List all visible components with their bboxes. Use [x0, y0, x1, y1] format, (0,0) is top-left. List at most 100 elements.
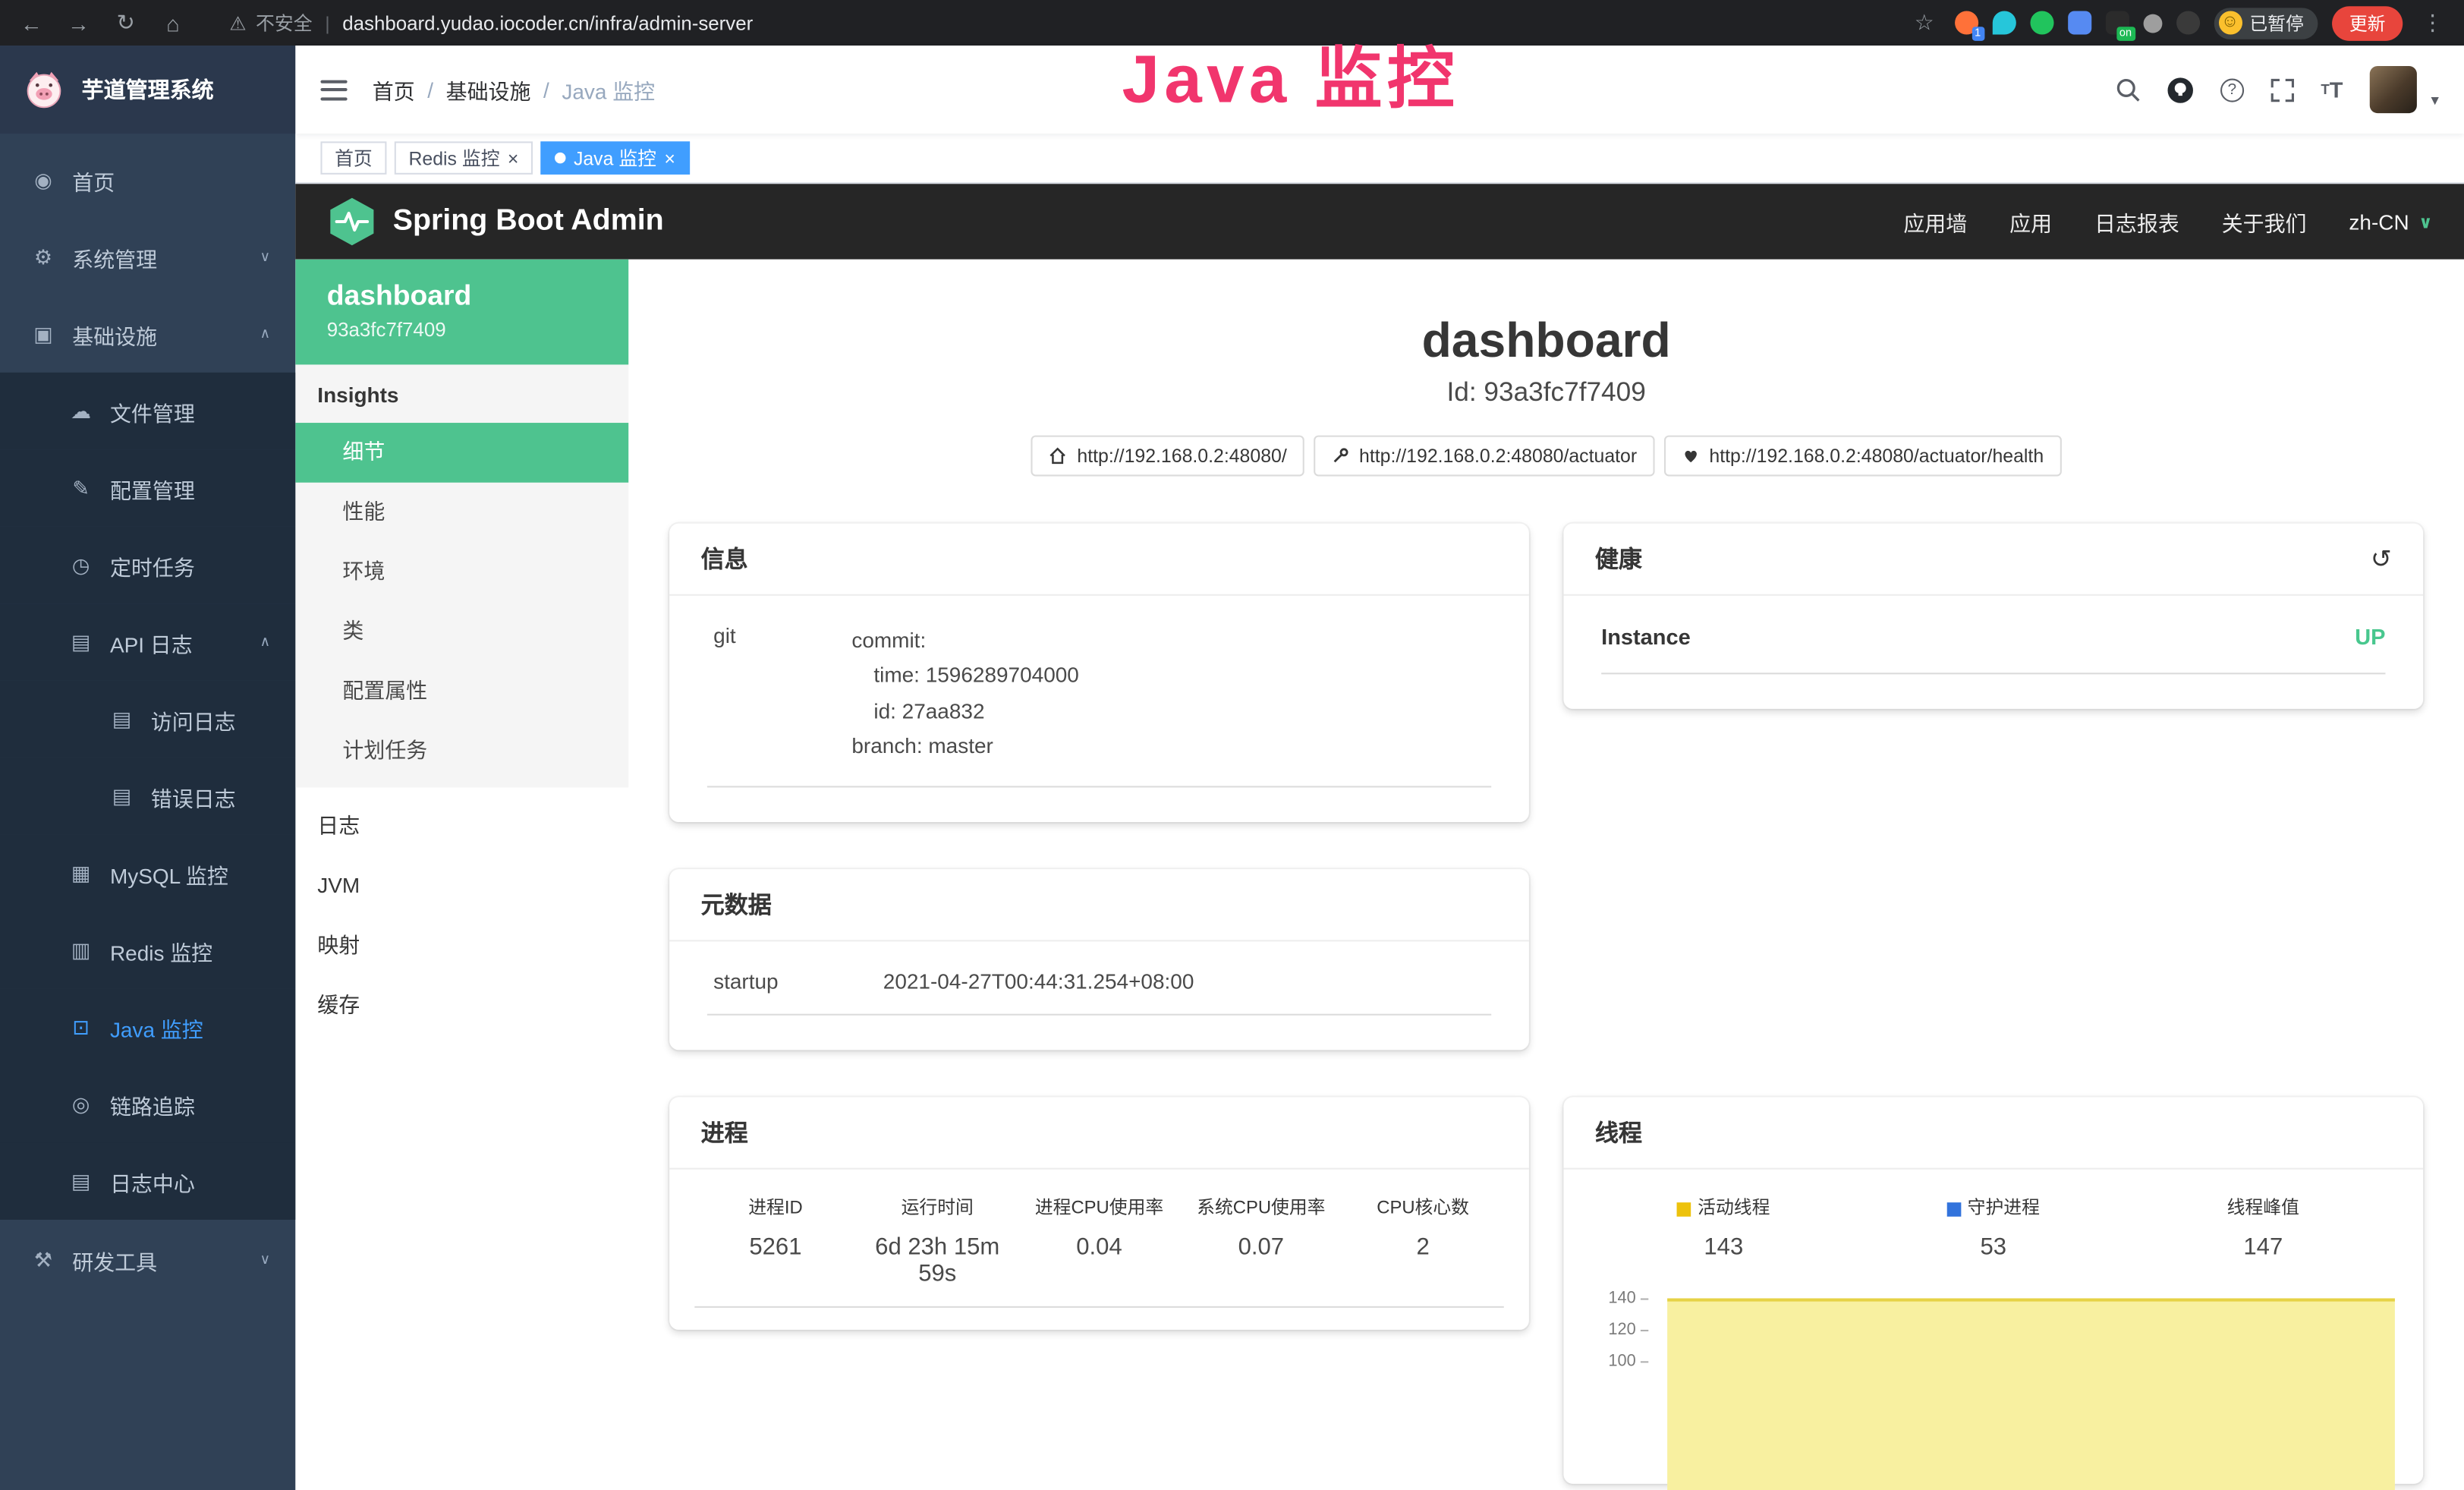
- actuator-url-link[interactable]: http://192.168.0.2:48080/actuator: [1314, 436, 1654, 477]
- search-icon[interactable]: [2115, 77, 2140, 102]
- stat-label: 进程ID: [701, 1195, 851, 1220]
- close-icon[interactable]: ×: [664, 149, 675, 168]
- sba-menu-environment[interactable]: 环境: [295, 542, 628, 602]
- legend-square-active: [1677, 1202, 1691, 1216]
- warning-icon: ⚠: [229, 12, 246, 34]
- service-url-link[interactable]: http://192.168.0.2:48080/: [1031, 436, 1304, 477]
- extension-icon-4[interactable]: [2067, 11, 2091, 34]
- instance-id: 93a3fc7f7409: [327, 319, 597, 341]
- browser-menu-icon[interactable]: ⋮: [2417, 9, 2448, 36]
- sidebar-item-home[interactable]: ◉ 首页: [0, 141, 295, 218]
- reload-icon[interactable]: ↻: [110, 9, 141, 36]
- sba-menu-details[interactable]: 细节: [295, 423, 628, 483]
- eye-icon: ◎: [69, 1092, 93, 1117]
- sidebar-item-infrastructure[interactable]: ▣ 基础设施 ∧: [0, 295, 295, 372]
- hamburger-icon[interactable]: [320, 80, 347, 100]
- sidebar-item-trace[interactable]: ◎ 链路追踪: [0, 1066, 295, 1142]
- sidebar-item-dev-tools[interactable]: ⚒ 研发工具 ∨: [0, 1221, 295, 1298]
- sidebar-item-log-center[interactable]: ▤ 日志中心: [0, 1142, 295, 1219]
- fullscreen-icon[interactable]: [2270, 78, 2294, 102]
- tab-java-monitor[interactable]: Java 监控 ×: [540, 141, 689, 174]
- font-size-small-glyph: T: [2321, 82, 2329, 98]
- heart-icon: [1681, 446, 1700, 465]
- sba-menu-performance[interactable]: 性能: [295, 483, 628, 543]
- sidebar-item-config-mgmt[interactable]: ✎ 配置管理: [0, 449, 295, 526]
- sba-menu-caches[interactable]: 缓存: [295, 976, 628, 1036]
- extension-icon-6[interactable]: [2143, 14, 2162, 33]
- sidebar-item-mysql-monitor[interactable]: ▦ MySQL 监控: [0, 835, 295, 912]
- tab-label: Java 监控: [574, 145, 656, 172]
- browser-update-button[interactable]: 更新: [2332, 5, 2403, 40]
- info-git-row: git commit: time: 1596289704000 id: 27aa…: [707, 624, 1491, 787]
- url-bar[interactable]: ⚠ 不安全 | dashboard.yudao.iocoder.cn/infra…: [229, 9, 753, 36]
- breadcrumb-infrastructure[interactable]: 基础设施: [446, 74, 531, 105]
- browser-home-icon[interactable]: ⌂: [157, 10, 188, 35]
- sba-menu-mappings[interactable]: 映射: [295, 916, 628, 976]
- y-axis-tick: 100: [1598, 1352, 1648, 1371]
- home-icon: [1049, 446, 1068, 465]
- info-key: git: [707, 624, 852, 764]
- sba-brand-title[interactable]: Spring Boot Admin: [393, 204, 664, 239]
- sync-paused-badge[interactable]: ☺ 已暂停: [2214, 7, 2318, 38]
- sidebar-item-redis-monitor[interactable]: ▥ Redis 监控: [0, 912, 295, 988]
- github-icon[interactable]: [2167, 76, 2193, 102]
- sba-menu-config-props[interactable]: 配置属性: [295, 662, 628, 722]
- help-icon[interactable]: ?: [2220, 78, 2244, 102]
- bookmark-star-icon[interactable]: ☆: [1909, 9, 1940, 36]
- sidebar-item-access-logs[interactable]: ▤ 访问日志: [0, 681, 295, 758]
- back-icon[interactable]: ←: [16, 10, 47, 35]
- extension-icon-2[interactable]: [1992, 11, 2016, 34]
- legend-label: 线程峰值: [2227, 1199, 2299, 1218]
- user-avatar[interactable]: [2370, 66, 2417, 113]
- metadata-card-title: 元数据: [701, 888, 772, 921]
- sba-nav-wallboard[interactable]: 应用墙: [1903, 206, 1967, 237]
- history-icon[interactable]: ↺: [2371, 543, 2392, 574]
- legend-square-daemon: [1947, 1202, 1962, 1216]
- sba-menu-classes[interactable]: 类: [295, 602, 628, 662]
- tab-home[interactable]: 首页: [320, 141, 386, 174]
- threads-chart: 140 120 100: [1589, 1280, 2398, 1484]
- stat-label: 进程CPU使用率: [1024, 1195, 1174, 1220]
- breadcrumb-home[interactable]: 首页: [373, 74, 415, 105]
- extension-puzzle-icon[interactable]: [2176, 11, 2199, 34]
- sba-nav-about[interactable]: 关于我们: [2222, 206, 2307, 237]
- font-size-big-glyph: T: [2330, 77, 2343, 102]
- dashboard-icon: ◉: [31, 168, 55, 193]
- app-logo[interactable]: 芋道管理系统: [0, 46, 295, 134]
- profile-avatar-icon: ☺: [2218, 11, 2242, 34]
- font-size-icon[interactable]: TT: [2321, 77, 2343, 102]
- sidebar-item-file-mgmt[interactable]: ☁ 文件管理: [0, 373, 295, 449]
- breadcrumb-current: Java 监控: [562, 74, 655, 105]
- metadata-startup-row: startup 2021-04-27T00:44:31.254+08:00: [707, 970, 1491, 1016]
- sba-nav-applications[interactable]: 应用: [2009, 206, 2052, 237]
- sidebar-item-java-monitor[interactable]: ⊡ Java 监控: [0, 989, 295, 1066]
- stat-value: 5261: [701, 1234, 851, 1261]
- sidebar-item-label: 定时任务: [110, 550, 195, 581]
- extension-icon-3[interactable]: [2029, 11, 2053, 34]
- sidebar-item-system-mgmt[interactable]: ⚙ 系统管理 ∨: [0, 219, 295, 295]
- sba-locale-select[interactable]: zh-CN ∨: [2349, 209, 2432, 233]
- url-text[interactable]: dashboard.yudao.iocoder.cn/infra/admin-s…: [342, 12, 753, 34]
- forward-icon[interactable]: →: [63, 10, 94, 35]
- sidebar-item-scheduled-tasks[interactable]: ◷ 定时任务: [0, 527, 295, 603]
- close-icon[interactable]: ×: [508, 149, 519, 168]
- sidebar-item-api-logs[interactable]: ▤ API 日志 ∧: [0, 603, 295, 680]
- insights-group-label: Insights: [295, 364, 628, 423]
- tab-redis-monitor[interactable]: Redis 监控 ×: [395, 141, 533, 174]
- avatar-caret-icon[interactable]: ▾: [2431, 93, 2438, 110]
- sba-sidebar: dashboard 93a3fc7f7409 Insights 细节 性能 环境…: [295, 260, 628, 1490]
- sidebar-item-error-logs[interactable]: ▤ 错误日志: [0, 758, 295, 834]
- legend-label: 守护进程: [1968, 1199, 2040, 1218]
- health-url-link[interactable]: http://192.168.0.2:48080/actuator/health: [1663, 436, 2061, 477]
- sidebar-item-label: 配置管理: [110, 472, 195, 503]
- sba-menu-jvm[interactable]: JVM: [295, 857, 628, 917]
- stat-label: CPU核心数: [1348, 1195, 1498, 1220]
- sba-instance-header[interactable]: dashboard 93a3fc7f7409: [295, 260, 628, 365]
- sba-menu-logs[interactable]: 日志: [295, 797, 628, 857]
- extension-icon-1[interactable]: 1: [1954, 11, 1978, 34]
- sba-nav-journal[interactable]: 日志报表: [2094, 206, 2179, 237]
- sba-menu-scheduled-tasks[interactable]: 计划任务: [295, 721, 628, 781]
- breadcrumb-separator: /: [543, 78, 549, 102]
- app-sidebar: 芋道管理系统 ◉ 首页 ⚙ 系统管理 ∨ ▣ 基础设施 ∧ ☁: [0, 46, 295, 1490]
- extension-icon-5[interactable]: on: [2105, 11, 2129, 34]
